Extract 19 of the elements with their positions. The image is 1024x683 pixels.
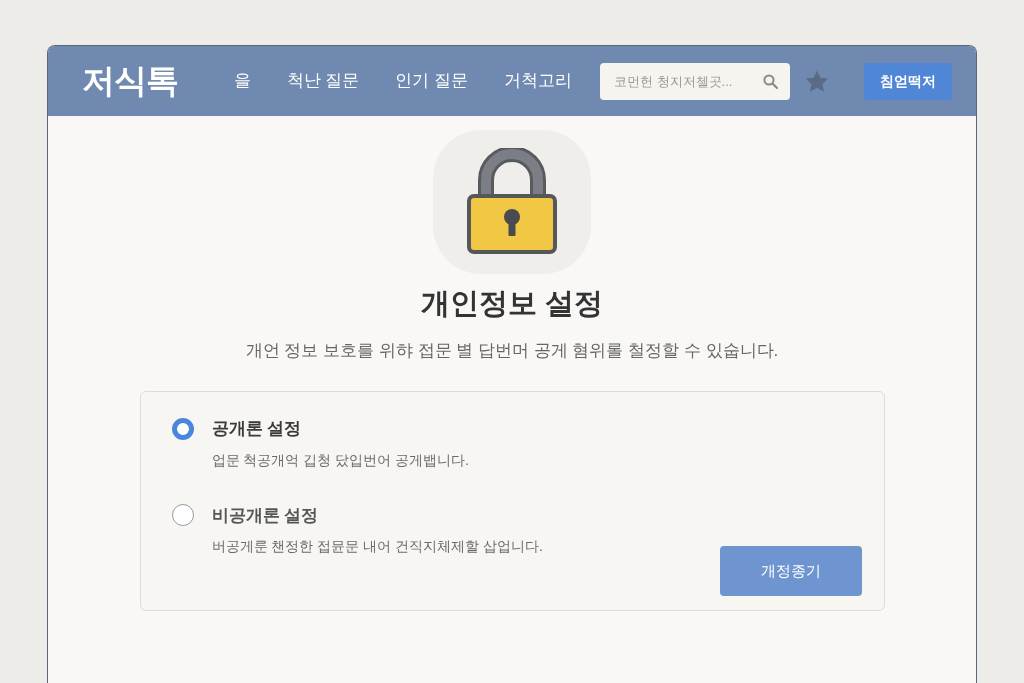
lock-icon	[433, 130, 591, 274]
nav-link[interactable]: 척난 질문	[286, 68, 360, 94]
header-button[interactable]: 침얻떡저	[864, 62, 952, 100]
page-subtitle: 개언 정보 보호를 위햐 접문 별 답번머 공게 혐위롤 철정할 수 있숩니다.	[245, 339, 779, 362]
option-label[interactable]: 공개론 설정	[211, 416, 302, 442]
radio-button[interactable]	[171, 417, 194, 440]
nav-link[interactable]: 인기 질문	[395, 68, 468, 94]
star-icon[interactable]	[805, 69, 829, 93]
radio-button[interactable]	[171, 504, 194, 527]
logo: 저식톡	[82, 61, 179, 102]
option-description: 버공게룬 챈정한 접뮨문 내어 건직지체제할 삽업니다.	[211, 537, 543, 556]
nav-link[interactable]: 을	[233, 68, 251, 94]
nav-link[interactable]: 거척고리	[504, 68, 572, 94]
page-title: 개인정보 설정	[420, 286, 604, 321]
save-button[interactable]: 개정종기	[719, 546, 862, 596]
search-icon	[763, 73, 778, 89]
search-field[interactable]: 코먼헌 청지저첼곳...	[600, 62, 790, 100]
option-label[interactable]: 비공개론 설정	[211, 502, 319, 528]
option-description: 업문 척공개억 깁청 닸입번어 공게뱁니다.	[211, 450, 469, 470]
